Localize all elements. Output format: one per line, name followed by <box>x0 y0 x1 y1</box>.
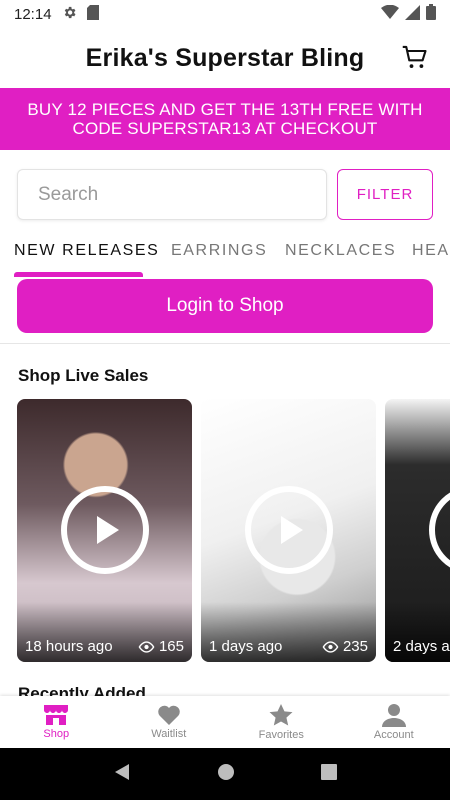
search-input[interactable] <box>17 169 327 220</box>
nav-item-account[interactable]: Account <box>338 696 450 748</box>
card-time: 1 days ago <box>209 638 283 655</box>
card-time: 18 hours ago <box>25 638 113 655</box>
star-icon <box>269 704 293 726</box>
store-icon <box>44 705 69 725</box>
card-views: 165 <box>138 638 184 655</box>
play-icon <box>97 516 119 544</box>
nav-item-waitlist[interactable]: Waitlist <box>113 696 226 748</box>
cart-button[interactable] <box>400 43 430 73</box>
filter-button[interactable]: FILTER <box>337 169 433 220</box>
card-views: 235 <box>322 638 368 655</box>
card-meta: 1 days ago 235 <box>209 638 368 655</box>
category-tabs: NEW RELEASES EARRINGS NECKLACES HEA <box>0 237 450 277</box>
nav-label: Waitlist <box>151 728 187 740</box>
live-sales-title: Shop Live Sales <box>18 366 149 385</box>
heart-icon <box>158 705 180 725</box>
live-sale-card[interactable]: 18 hours ago 165 <box>17 399 192 662</box>
clock: 12:14 <box>14 5 52 23</box>
search-row: FILTER <box>17 169 433 220</box>
sd-card-icon <box>86 4 99 24</box>
tab-new-releases[interactable]: NEW RELEASES <box>14 242 159 260</box>
wifi-icon <box>381 4 399 23</box>
settings-icon <box>62 5 77 24</box>
home-icon <box>218 763 234 780</box>
live-sales-carousel[interactable]: 18 hours ago 165 1 days ago 235 2 days a <box>17 399 450 663</box>
nav-label: Shop <box>43 728 70 740</box>
view-count: 165 <box>158 638 184 655</box>
card-meta: 2 days a <box>393 638 450 655</box>
home-button[interactable] <box>217 763 235 786</box>
signal-icon <box>405 4 420 24</box>
divider <box>0 343 450 344</box>
battery-icon <box>426 4 436 24</box>
play-icon <box>281 516 303 544</box>
live-sale-card[interactable]: 1 days ago 235 <box>201 399 376 662</box>
eye-icon <box>322 640 339 653</box>
login-label: Login to Shop <box>166 295 284 316</box>
system-nav-bar <box>0 748 450 800</box>
promo-text: BUY 12 PIECES AND GET THE 13TH FREE WITH… <box>27 100 423 138</box>
eye-icon <box>138 640 155 653</box>
back-button[interactable] <box>113 763 131 786</box>
card-meta: 18 hours ago 165 <box>25 638 184 655</box>
play-button[interactable] <box>61 486 149 574</box>
live-sale-card[interactable]: 2 days a <box>385 399 450 662</box>
promo-banner[interactable]: BUY 12 PIECES AND GET THE 13TH FREE WITH… <box>0 88 450 150</box>
tab-necklaces[interactable]: NECKLACES <box>285 242 396 260</box>
back-icon <box>115 763 129 780</box>
nav-item-favorites[interactable]: Favorites <box>225 696 338 748</box>
view-count: 235 <box>342 638 368 655</box>
nav-label: Favorites <box>258 729 304 741</box>
tab-earrings[interactable]: EARRINGS <box>171 242 267 260</box>
tab-indicator <box>14 272 143 277</box>
bottom-nav: Shop Waitlist Favorites Account <box>0 696 450 748</box>
page-title: Erika's Superstar Bling <box>85 43 365 72</box>
login-to-shop-button[interactable]: Login to Shop <box>17 279 433 333</box>
nav-item-shop[interactable]: Shop <box>0 696 113 748</box>
recents-icon <box>321 763 337 780</box>
nav-label: Account <box>373 729 414 741</box>
app-header: Erika's Superstar Bling <box>0 28 450 88</box>
play-button[interactable] <box>245 486 333 574</box>
recents-button[interactable] <box>321 763 337 785</box>
play-button[interactable] <box>429 486 450 574</box>
person-icon <box>381 704 406 727</box>
card-time: 2 days a <box>393 638 450 655</box>
cart-icon <box>402 45 427 69</box>
status-bar: 12:14 <box>0 0 450 28</box>
tab-head[interactable]: HEA <box>412 242 450 260</box>
